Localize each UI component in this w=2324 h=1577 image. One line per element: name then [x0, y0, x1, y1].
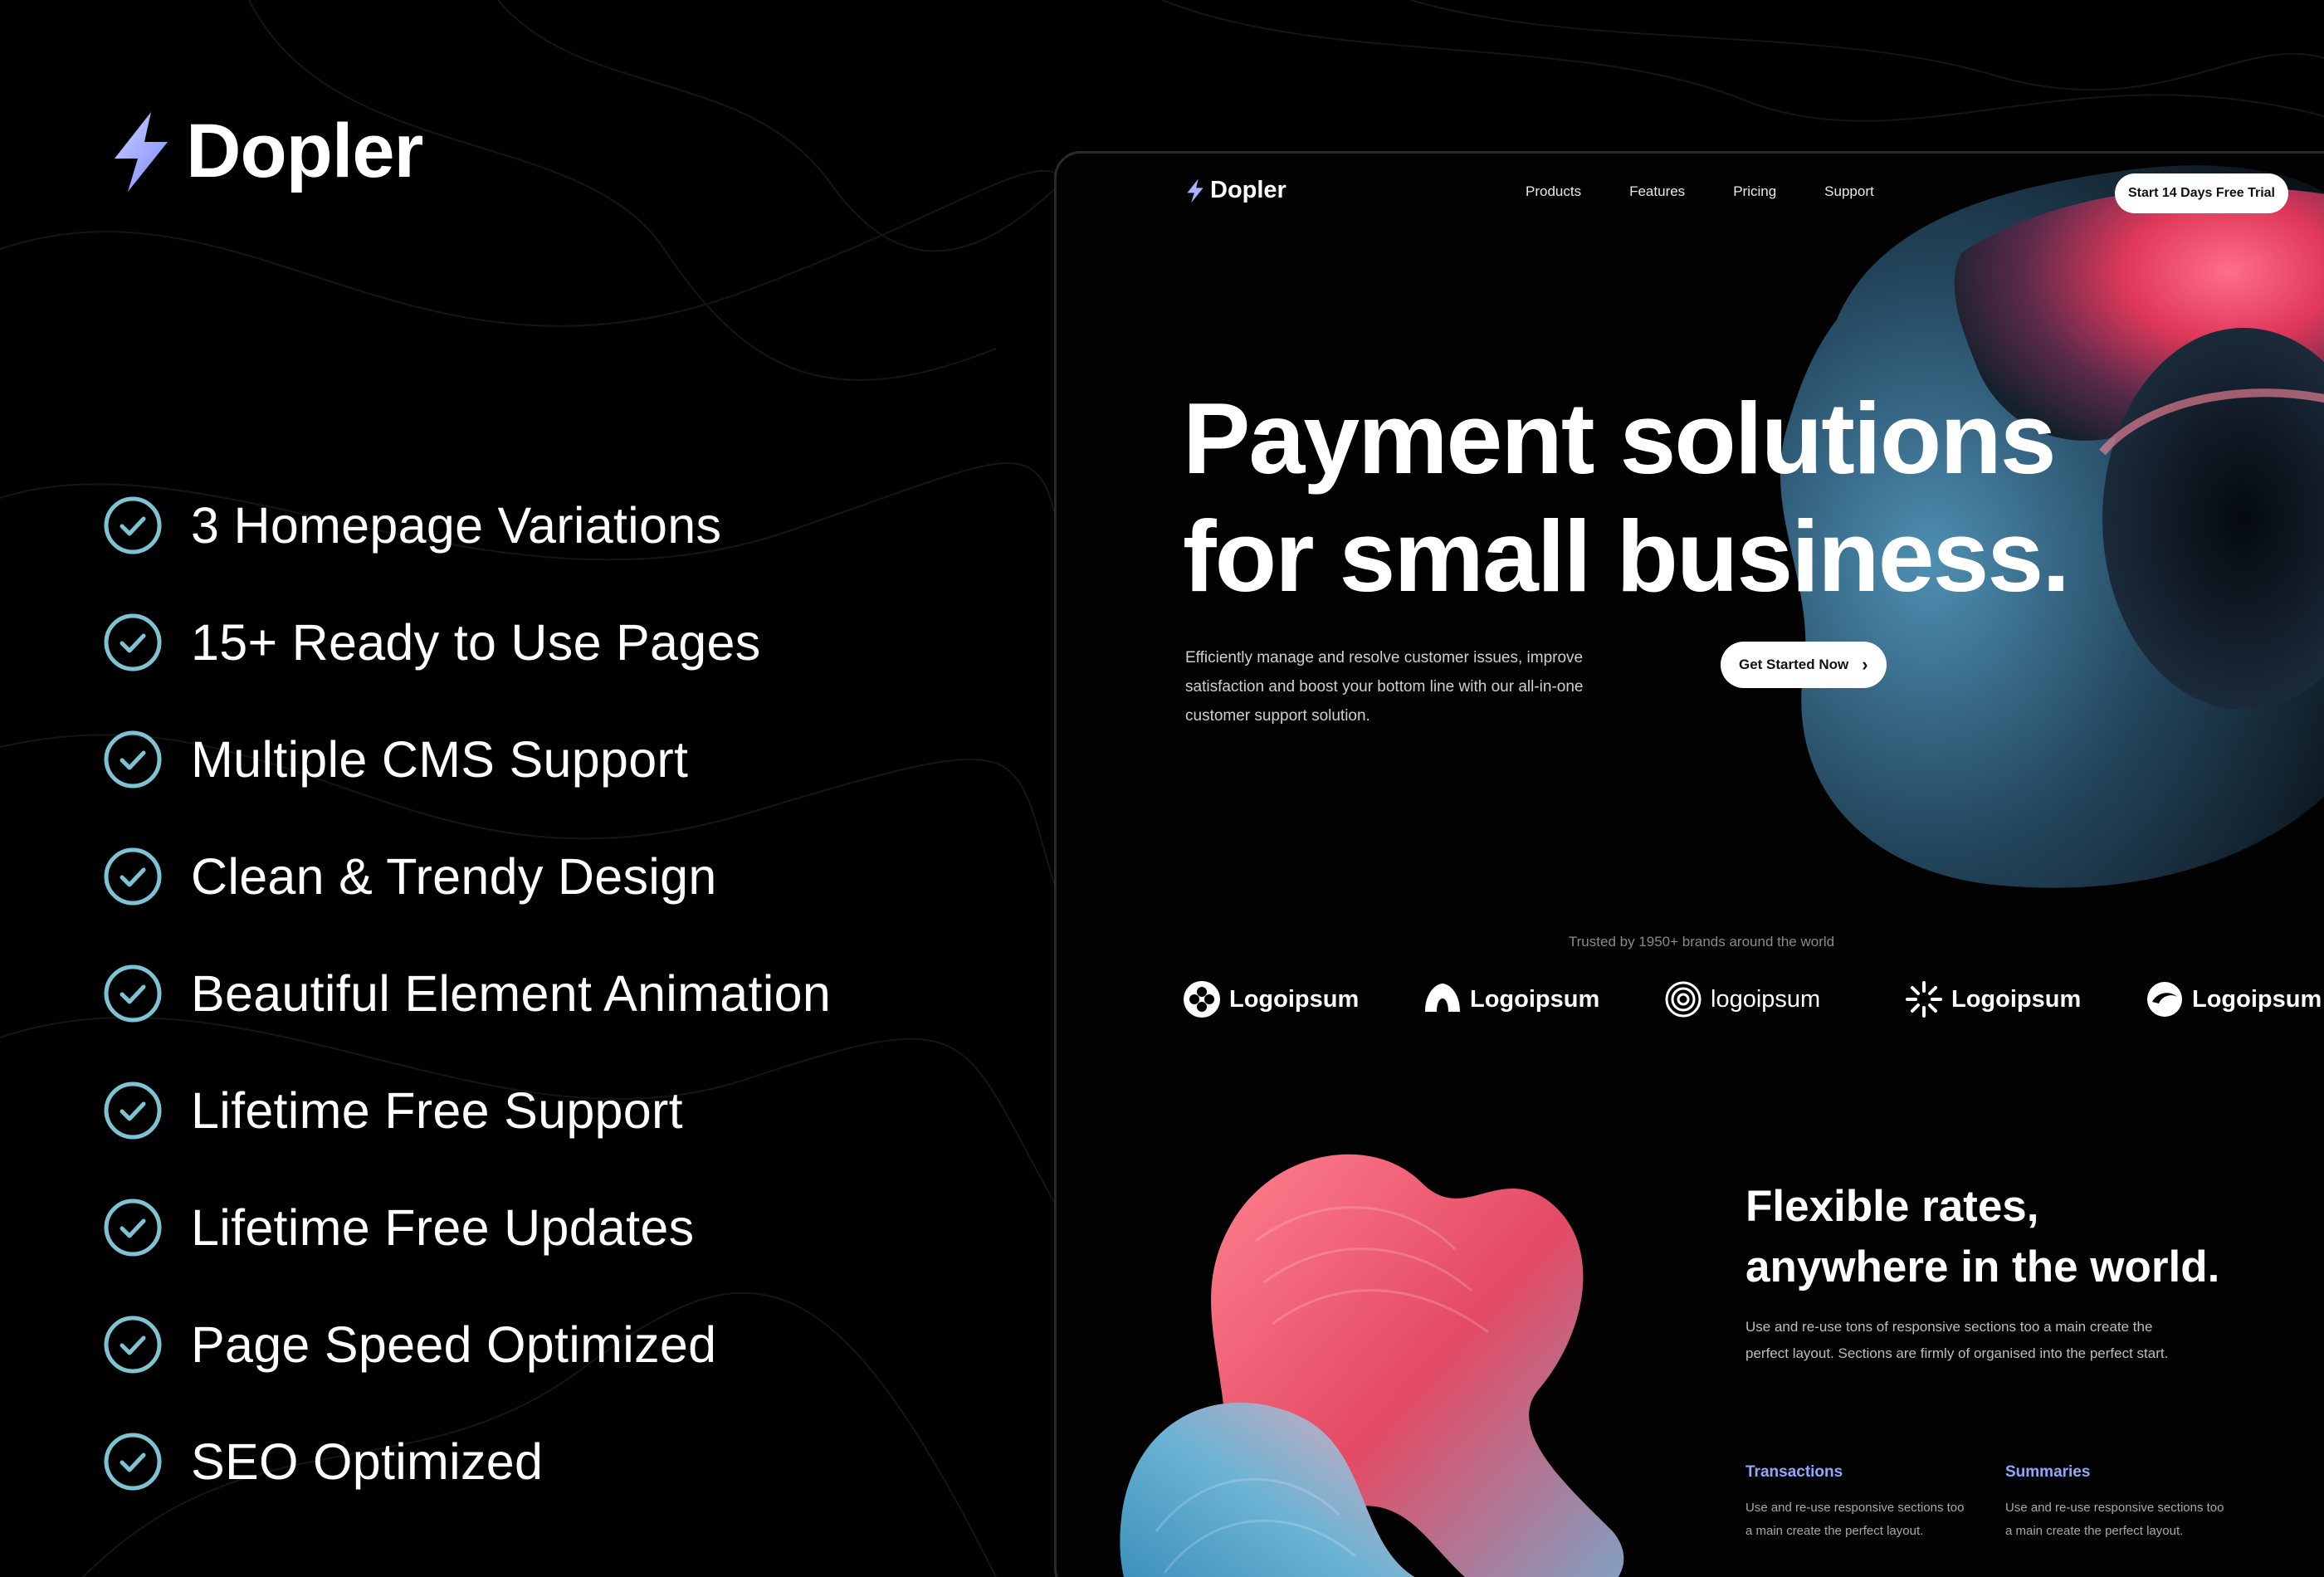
hero-title: Payment solutions for small business. — [1183, 379, 2262, 615]
partner-logo-text: logoipsum — [1711, 985, 1821, 1013]
get-started-button[interactable]: Get Started Now › — [1721, 642, 1887, 688]
preview-logo[interactable]: Dopler — [1185, 177, 1286, 204]
feature-list: 3 Homepage Variations 15+ Ready to Use P… — [103, 466, 831, 1520]
brand-logo: Dopler — [108, 108, 423, 195]
check-circle-icon — [104, 1433, 162, 1490]
partner-logo: Logoipsum — [1905, 980, 2146, 1018]
partner-logo: logoipsum — [1664, 980, 1905, 1018]
feature-item: 15+ Ready to Use Pages — [103, 583, 831, 701]
chevron-right-icon: › — [1862, 654, 1868, 675]
feature-label: Page Speed Optimized — [191, 1316, 717, 1373]
feature-label: SEO Optimized — [191, 1433, 544, 1490]
hero-title-line-2: for small business. — [1183, 500, 2070, 613]
check-circle-icon — [104, 730, 162, 788]
check-circle-icon — [104, 496, 162, 554]
clover-logo-icon — [1184, 981, 1220, 1018]
arch-logo-icon — [1425, 984, 1460, 1012]
partner-logo-text: Logoipsum — [1951, 985, 2082, 1013]
website-preview: Dopler Products Features Pricing Support… — [1054, 151, 2324, 1577]
partner-logo-text: Logoipsum — [1229, 985, 1360, 1013]
nav-link-support[interactable]: Support — [1824, 183, 1874, 200]
feature-label: 3 Homepage Variations — [191, 496, 722, 554]
feature-item: Multiple CMS Support — [103, 701, 831, 818]
section-title-line-1: Flexible rates, — [1745, 1182, 2039, 1231]
free-trial-button[interactable]: Start 14 Days Free Trial — [2115, 173, 2288, 213]
feature-label: Beautiful Element Animation — [191, 964, 832, 1022]
trusted-text: Trusted by 1950+ brands around the world — [1568, 934, 1835, 950]
feature-item: Clean & Trendy Design — [103, 818, 831, 935]
partner-logo-text: Logoipsum — [2192, 985, 2322, 1013]
partner-logo: Logoipsum — [1183, 980, 1423, 1018]
feature-label: 15+ Ready to Use Pages — [191, 613, 761, 671]
brand-name: Dopler — [186, 109, 423, 193]
feature-item: Beautiful Element Animation — [103, 935, 831, 1052]
column-title: Summaries — [2005, 1463, 2091, 1481]
check-circle-icon — [104, 1316, 162, 1373]
section-title-line-2: anywhere in the world. — [1745, 1243, 2220, 1291]
column-text: Use and re-use responsive sections too a… — [2005, 1501, 2224, 1538]
feature-item: Lifetime Free Updates — [103, 1169, 831, 1286]
lightning-bolt-icon — [115, 111, 168, 192]
check-circle-icon — [104, 1081, 162, 1139]
check-circle-icon — [104, 1199, 162, 1256]
column-title: Transactions — [1745, 1463, 1843, 1481]
partner-logo: Logoipsum — [1423, 980, 1664, 1018]
check-circle-icon — [104, 847, 162, 905]
feature-label: Lifetime Free Updates — [191, 1199, 695, 1256]
feature-column-transactions: Transactions Use and re-use responsive s… — [1745, 1463, 1970, 1543]
sunburst-logo-icon — [1906, 981, 1942, 1018]
nav-link-pricing[interactable]: Pricing — [1733, 183, 1776, 200]
lightning-bolt-icon — [1187, 178, 1204, 203]
hero-subtitle: Efficiently manage and resolve customer … — [1185, 649, 1584, 725]
hero-title-line-1: Payment solutions — [1183, 382, 2057, 495]
feature-label: Lifetime Free Support — [191, 1081, 683, 1139]
partner-logo-text: Logoipsum — [1470, 985, 1600, 1013]
section-subtitle: Use and re-use tons of responsive sectio… — [1745, 1319, 2169, 1361]
get-started-label: Get Started Now — [1739, 657, 1849, 672]
column-text: Use and re-use responsive sections too a… — [1745, 1501, 1965, 1538]
preview-logo-text: Dopler — [1210, 177, 1286, 203]
check-circle-icon — [104, 964, 162, 1022]
nav-link-features[interactable]: Features — [1629, 183, 1685, 200]
section-3d-shape — [1120, 1154, 1624, 1577]
feature-item: Page Speed Optimized — [103, 1286, 831, 1403]
partner-logo: Logoipsum — [2146, 980, 2324, 1018]
check-circle-icon — [104, 613, 162, 671]
feature-item: 3 Homepage Variations — [103, 466, 831, 583]
ring-logo-icon — [2147, 982, 2182, 1017]
section-title: Flexible rates, anywhere in the world. — [1745, 1176, 2285, 1297]
preview-menu: Products Features Pricing Support — [1526, 183, 1874, 200]
feature-label: Clean & Trendy Design — [191, 847, 717, 905]
feature-item: Lifetime Free Support — [103, 1052, 831, 1169]
feature-label: Multiple CMS Support — [191, 730, 689, 788]
preview-navbar: Dopler Products Features Pricing Support… — [1057, 154, 2324, 228]
spiral-logo-icon — [1665, 981, 1702, 1018]
feature-item: SEO Optimized — [103, 1403, 831, 1520]
brand-logos: Logoipsum Logoipsum logoipsum Logoipsum … — [1183, 980, 2324, 1018]
nav-link-products[interactable]: Products — [1526, 183, 1581, 200]
feature-column-summaries: Summaries Use and re-use responsive sect… — [2005, 1463, 2229, 1543]
